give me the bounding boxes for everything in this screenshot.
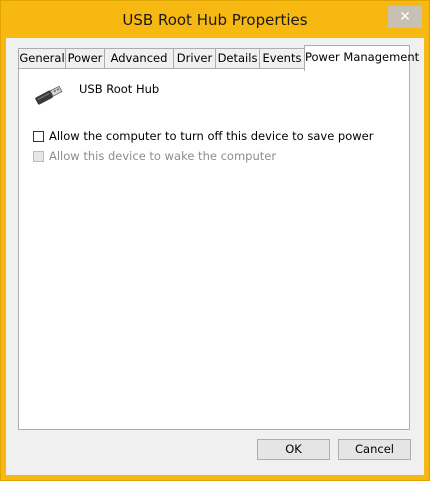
properties-window: USB Root Hub Properties ✕ General Power …: [0, 0, 430, 481]
allow-wake-label: Allow this device to wake the computer: [49, 149, 277, 163]
tab-events[interactable]: Events: [259, 48, 305, 69]
window-title: USB Root Hub Properties: [122, 11, 308, 29]
allow-wake-checkbox: [33, 150, 44, 162]
usb-plug-icon: [33, 83, 65, 107]
cancel-button[interactable]: Cancel: [338, 439, 411, 460]
tab-power[interactable]: Power: [65, 48, 105, 69]
allow-turn-off-label: Allow the computer to turn off this devi…: [49, 129, 374, 143]
tab-advanced[interactable]: Advanced: [104, 48, 174, 69]
title-bar[interactable]: USB Root Hub Properties ✕: [1, 1, 429, 39]
allow-turn-off-checkbox[interactable]: [33, 130, 44, 142]
tab-general[interactable]: General: [18, 48, 66, 69]
tab-details[interactable]: Details: [215, 48, 260, 69]
tab-power-management[interactable]: Power Management: [304, 45, 419, 71]
power-management-panel: USB Root Hub Allow the computer to turn …: [18, 68, 410, 430]
close-icon: ✕: [399, 9, 411, 25]
allow-wake-option: Allow this device to wake the computer: [33, 149, 276, 163]
allow-turn-off-option[interactable]: Allow the computer to turn off this devi…: [33, 129, 373, 143]
ok-button[interactable]: OK: [257, 439, 330, 460]
device-name: USB Root Hub: [79, 82, 160, 96]
close-button[interactable]: ✕: [388, 6, 422, 28]
dialog-client-area: General Power Advanced Driver Details Ev…: [6, 38, 424, 475]
tab-driver[interactable]: Driver: [173, 48, 216, 69]
